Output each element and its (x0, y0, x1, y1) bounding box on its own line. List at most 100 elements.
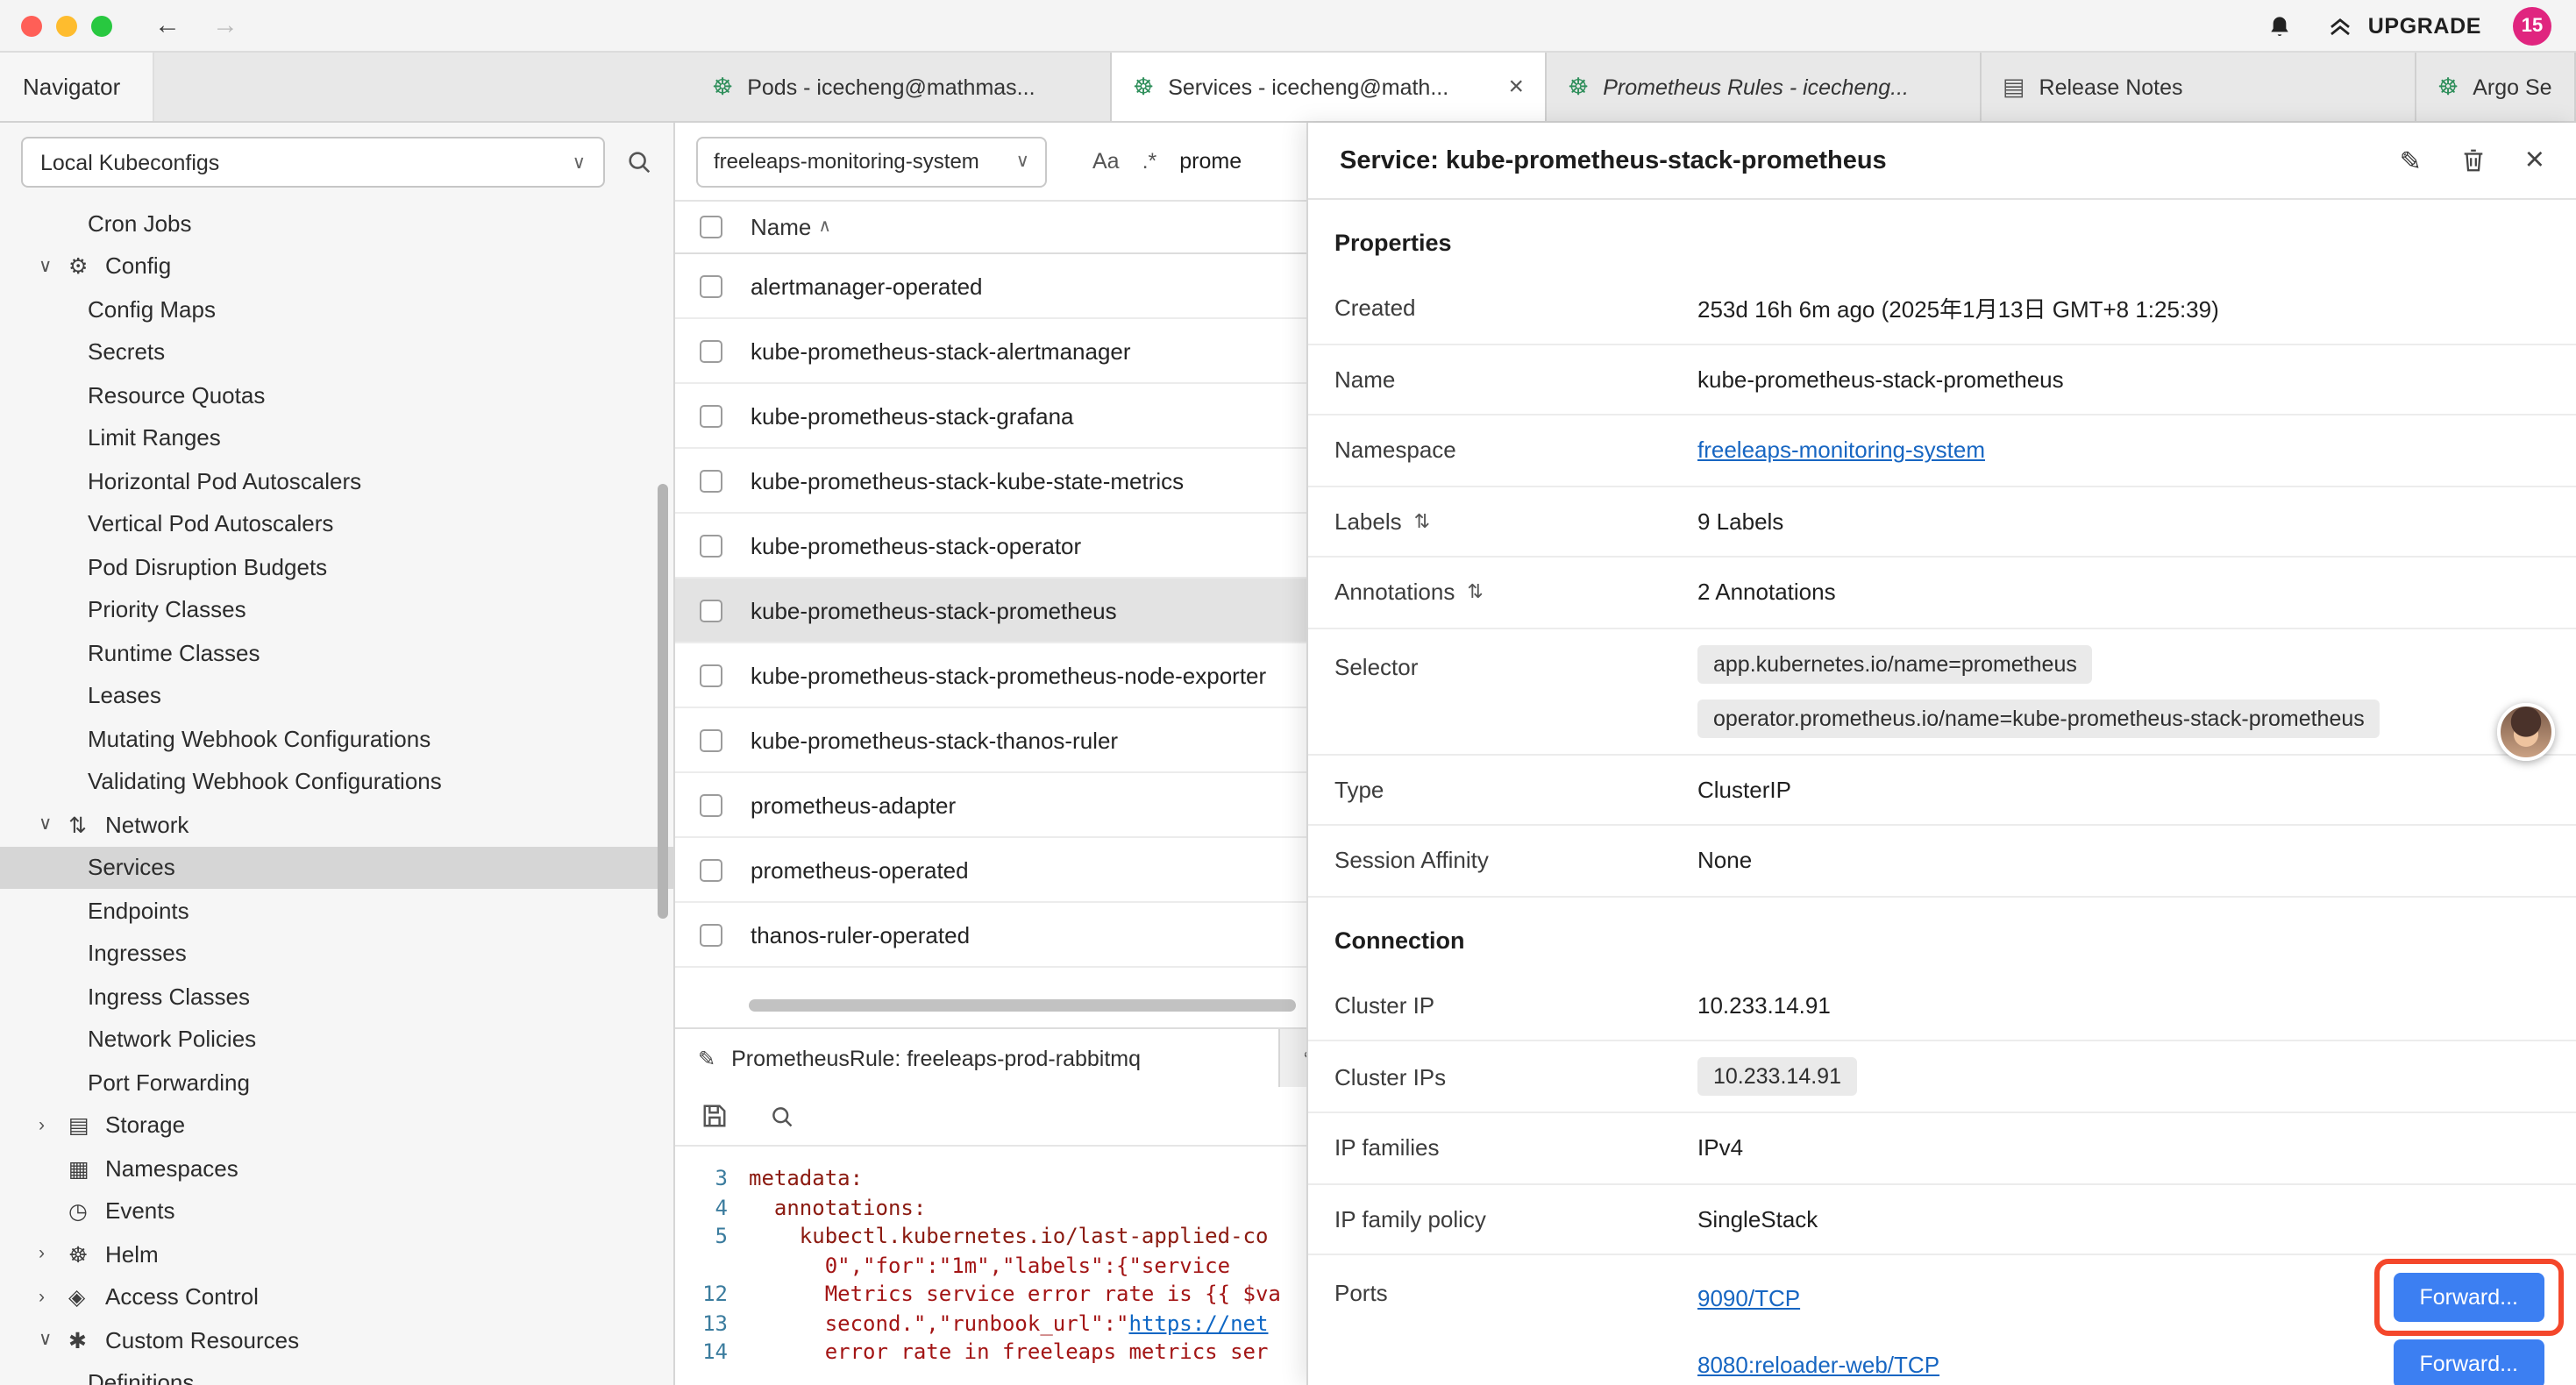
row-checkbox[interactable] (700, 404, 722, 427)
sidebar-item-secrets[interactable]: Secrets (0, 330, 673, 373)
tab-prometheus-rules-icecheng[interactable]: ☸Prometheus Rules - icecheng... (1547, 53, 1982, 121)
sidebar-item-config[interactable]: ∨⚙Config (0, 245, 673, 288)
namespace-filter[interactable]: freeleaps-monitoring-system ∨ (696, 136, 1047, 187)
sidebar-item-storage[interactable]: ›▤Storage (0, 1104, 673, 1147)
sidebar-item-runtime-classes[interactable]: Runtime Classes (0, 631, 673, 674)
window-controls (0, 15, 112, 36)
sidebar-scrollbar[interactable] (658, 484, 668, 919)
sidebar-item-label: Storage (105, 1112, 185, 1139)
close-drawer-icon[interactable]: × (2525, 144, 2544, 177)
property-value: 2 Annotations (1697, 579, 2576, 606)
sidebar-item-horizontal-pod-autoscalers[interactable]: Horizontal Pod Autoscalers (0, 459, 673, 502)
editor-search-icon[interactable] (770, 1104, 794, 1128)
sidebar-item-endpoints[interactable]: Endpoints (0, 889, 673, 932)
back-button[interactable]: ← (154, 12, 181, 39)
tab-strip: ☸Pods - icecheng@mathmas...☸Services - i… (691, 53, 2576, 121)
forward-button-wrap: Forward... (2393, 1339, 2544, 1385)
kubeconfig-selector[interactable]: Local Kubeconfigs ∨ (21, 137, 605, 188)
chevron-right-icon: › (39, 1244, 68, 1265)
sidebar-item-vertical-pod-autoscalers[interactable]: Vertical Pod Autoscalers (0, 502, 673, 545)
row-checkbox[interactable] (700, 599, 722, 621)
tab-services-icecheng-math[interactable]: ☸Services - icecheng@math...× (1112, 53, 1547, 121)
sidebar-item-services[interactable]: Services (0, 846, 673, 889)
match-case-toggle[interactable]: Aa (1092, 149, 1120, 174)
tab-bar: Navigator ☸Pods - icecheng@mathmas...☸Se… (0, 53, 2576, 123)
sidebar-item-priority-classes[interactable]: Priority Classes (0, 588, 673, 631)
forward-button[interactable]: → (212, 12, 238, 39)
navigator-panel-tab[interactable]: Navigator (0, 53, 154, 121)
save-icon[interactable] (701, 1103, 728, 1129)
forward-button[interactable]: Forward... (2393, 1339, 2544, 1385)
row-checkbox[interactable] (700, 858, 722, 881)
sidebar-item-definitions[interactable]: Definitions (0, 1361, 673, 1385)
navigator-header: Navigator (0, 53, 675, 121)
row-checkbox[interactable] (700, 469, 722, 492)
select-all-checkbox[interactable] (700, 216, 722, 238)
tab-pods-icecheng-mathmas[interactable]: ☸Pods - icecheng@mathmas... (691, 53, 1112, 121)
upgrade-button[interactable]: UPGRADE (2326, 12, 2481, 39)
sidebar-item-helm[interactable]: ›☸Helm (0, 1232, 673, 1275)
regex-toggle[interactable]: .* (1142, 149, 1157, 174)
notification-count-badge[interactable]: 15 (2513, 6, 2551, 45)
property-label: Cluster IP (1334, 992, 1697, 1019)
sidebar-item-cron-jobs[interactable]: Cron Jobs (0, 202, 673, 245)
sidebar-item-namespaces[interactable]: ▦Namespaces (0, 1147, 673, 1190)
tab-release-notes[interactable]: ▤Release Notes (1982, 53, 2416, 121)
sidebar-item-network-policies[interactable]: Network Policies (0, 1018, 673, 1061)
sidebar-item-leases[interactable]: Leases (0, 674, 673, 717)
sidebar-item-port-forwarding[interactable]: Port Forwarding (0, 1061, 673, 1104)
close-window-button[interactable] (21, 15, 42, 36)
sidebar-item-validating-webhook-configurations[interactable]: Validating Webhook Configurations (0, 760, 673, 803)
row-checkbox[interactable] (700, 793, 722, 816)
storage-icon: ▤ (68, 1112, 105, 1139)
sidebar-item-limit-ranges[interactable]: Limit Ranges (0, 416, 673, 459)
dock-tab-prometheusrule[interactable]: ✎ PrometheusRule: freeleaps-prod-rabbitm… (675, 1029, 1280, 1087)
zoom-window-button[interactable] (91, 15, 112, 36)
sidebar-item-label: Mutating Webhook Configurations (88, 726, 431, 752)
search-input[interactable]: Aa .* prome (1092, 149, 1242, 174)
row-checkbox[interactable] (700, 274, 722, 297)
sidebar-item-custom-resources[interactable]: ∨✱Custom Resources (0, 1318, 673, 1361)
tab-argo-se[interactable]: ☸Argo Se (2416, 53, 2576, 121)
row-checkbox[interactable] (700, 339, 722, 362)
row-checkbox[interactable] (700, 923, 722, 946)
property-row-cluster-ips: Cluster IPs10.233.14.91 (1308, 1041, 2576, 1113)
delete-resource-icon[interactable] (2460, 147, 2487, 174)
row-checkbox[interactable] (700, 534, 722, 557)
minimize-window-button[interactable] (56, 15, 77, 36)
expander-icon[interactable]: ⇅ (1467, 581, 1483, 604)
property-link[interactable]: freeleaps-monitoring-system (1697, 437, 1985, 464)
row-checkbox[interactable] (700, 728, 722, 751)
sidebar-item-config-maps[interactable]: Config Maps (0, 288, 673, 330)
sidebar-item-resource-quotas[interactable]: Resource Quotas (0, 373, 673, 416)
sidebar-item-ingresses[interactable]: Ingresses (0, 932, 673, 975)
expander-icon[interactable]: ⇅ (1414, 510, 1430, 533)
property-label: IP families (1334, 1135, 1697, 1161)
sidebar-item-label: Resource Quotas (88, 382, 265, 408)
sidebar-item-mutating-webhook-configurations[interactable]: Mutating Webhook Configurations (0, 717, 673, 760)
sidebar-item-label: Config (105, 253, 171, 280)
sidebar-item-access-control[interactable]: ›◈Access Control (0, 1275, 673, 1318)
property-label: Cluster IPs (1334, 1063, 1697, 1090)
name-column-header[interactable]: Name ∧ (751, 214, 831, 240)
port-link[interactable]: 9090/TCP (1697, 1284, 1800, 1310)
assistant-avatar[interactable] (2497, 703, 2555, 761)
notifications-bell-icon[interactable] (2266, 11, 2295, 39)
name-column-label: Name (751, 214, 811, 240)
edit-resource-icon[interactable]: ✎ (2400, 145, 2422, 176)
port-link[interactable]: 8080:reloader-web/TCP (1697, 1351, 1939, 1377)
forward-button[interactable]: Forward... (2393, 1273, 2544, 1322)
service-name: prometheus-operated (751, 856, 969, 883)
upgrade-label: UPGRADE (2368, 13, 2481, 38)
sidebar-item-ingress-classes[interactable]: Ingress Classes (0, 975, 673, 1018)
sidebar-item-events[interactable]: ◷Events (0, 1190, 673, 1232)
sidebar-item-network[interactable]: ∨⇅Network (0, 803, 673, 846)
sidebar-search-icon[interactable] (626, 149, 652, 175)
line-number: 5 (675, 1222, 749, 1251)
horizontal-scrollbar[interactable] (675, 999, 1306, 1013)
row-checkbox[interactable] (700, 664, 722, 686)
chevron-right-icon: › (39, 1115, 68, 1136)
sidebar-item-pod-disruption-budgets[interactable]: Pod Disruption Budgets (0, 545, 673, 588)
close-tab-icon[interactable]: × (1508, 72, 1524, 102)
scrollbar-thumb[interactable] (749, 999, 1296, 1012)
